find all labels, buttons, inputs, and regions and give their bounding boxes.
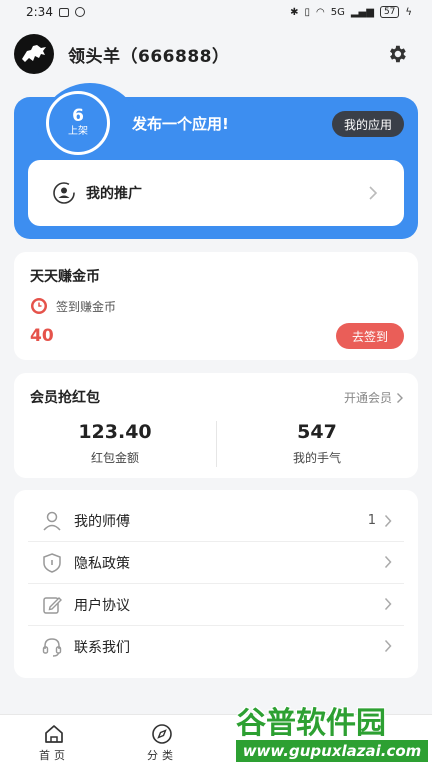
chevron-right-icon bbox=[384, 514, 392, 527]
nav-home[interactable]: 首页 bbox=[24, 723, 84, 763]
watermark-url: www.gupuxlazai.com bbox=[236, 740, 428, 762]
notification-icon bbox=[58, 7, 69, 17]
publish-app-link[interactable]: 发布一个应用! bbox=[132, 113, 229, 134]
publish-card: 6 上架 发布一个应用! 我的应用 我的推广 bbox=[14, 83, 418, 239]
red-packet-title: 会员抢红包 bbox=[30, 390, 100, 406]
clock-icon bbox=[31, 298, 47, 314]
nav-home-label: 首页 bbox=[39, 749, 69, 762]
red-packet-amount-value: 123.40 bbox=[78, 421, 152, 443]
my-luck-label: 我的手气 bbox=[292, 451, 341, 465]
charging-icon: ϟ bbox=[405, 6, 412, 18]
my-apps-button[interactable]: 我的应用 bbox=[331, 111, 404, 137]
my-promotion-row[interactable]: 我的推广 bbox=[28, 160, 404, 226]
published-count-label: 上架 bbox=[68, 126, 88, 137]
status-bar: 2:34 ✱ ▯ ◠ 5G ▂▄▆ 57 ϟ bbox=[0, 0, 432, 24]
headset-icon bbox=[40, 635, 64, 659]
published-count-badge[interactable]: 6 上架 bbox=[46, 91, 110, 155]
user-icon bbox=[40, 509, 64, 533]
my-luck[interactable]: 547 我的手气 bbox=[216, 421, 418, 466]
username: 领头羊（666888） bbox=[68, 46, 230, 67]
chevron-right-icon bbox=[384, 555, 392, 569]
avatar[interactable] bbox=[14, 34, 54, 74]
coin-value: 40 bbox=[30, 326, 54, 346]
profile-header: 领头羊（666888） bbox=[14, 34, 418, 74]
red-packet-card: 会员抢红包 开通会员 123.40 红包金额 547 我的手气 bbox=[14, 373, 418, 478]
shield-icon bbox=[40, 551, 64, 575]
watermark-brand: 谷普软件园 bbox=[236, 700, 386, 741]
watermark-brand-text: 谷普软件园 bbox=[236, 706, 386, 741]
menu-item-contact-us[interactable]: 联系我们 bbox=[28, 626, 404, 668]
settings-gear-icon[interactable] bbox=[386, 43, 408, 65]
checkin-label: 签到赚金币 bbox=[56, 299, 117, 314]
promotion-user-icon bbox=[53, 182, 75, 204]
chevron-right-icon bbox=[384, 639, 392, 653]
compass-icon bbox=[152, 724, 172, 744]
menu-item-user-agreement[interactable]: 用户协议 bbox=[28, 584, 404, 626]
bluetooth-icon: ✱ bbox=[290, 6, 299, 18]
my-master-count: 1 bbox=[367, 513, 376, 528]
daily-coin-card: 天天赚金币 签到赚金币 40 去签到 bbox=[14, 252, 418, 360]
nav-category[interactable]: 分类 bbox=[132, 723, 192, 763]
daily-coin-title: 天天赚金币 bbox=[30, 269, 100, 285]
chevron-right-icon bbox=[369, 186, 378, 200]
settings-menu-card: 我的师傅 1 隐私政策 用户协议 联系我们 bbox=[14, 490, 418, 678]
network-label: 5G bbox=[330, 6, 345, 18]
chevron-right-icon bbox=[397, 392, 403, 403]
my-luck-value: 547 bbox=[297, 421, 337, 443]
status-time: 2:34 bbox=[26, 5, 53, 19]
vibrate-icon: ▯ bbox=[304, 6, 310, 18]
edit-icon bbox=[40, 593, 64, 617]
red-packet-amount-label: 红包金额 bbox=[90, 451, 139, 465]
wifi-icon: ◠ bbox=[316, 6, 325, 18]
menu-item-label: 我的师傅 bbox=[74, 513, 130, 530]
checkin-button[interactable]: 去签到 bbox=[336, 323, 404, 349]
menu-item-label: 隐私政策 bbox=[74, 555, 130, 572]
menu-item-privacy-policy[interactable]: 隐私政策 bbox=[28, 542, 404, 584]
battery-icon: 57 bbox=[379, 6, 400, 18]
menu-item-label: 联系我们 bbox=[74, 640, 130, 656]
nav-category-label: 分类 bbox=[147, 749, 177, 762]
open-vip-link[interactable]: 开通会员 bbox=[344, 389, 404, 406]
horse-logo-icon bbox=[22, 45, 46, 62]
published-count: 6 bbox=[72, 106, 84, 126]
menu-item-my-master[interactable]: 我的师傅 1 bbox=[28, 500, 404, 542]
red-packet-amount[interactable]: 123.40 红包金额 bbox=[14, 421, 216, 466]
watermark: 谷普软件园 www.gupuxlazai.com bbox=[236, 700, 428, 764]
home-icon bbox=[45, 725, 63, 743]
menu-item-label: 用户协议 bbox=[74, 597, 130, 614]
checkin-row: 签到赚金币 bbox=[30, 297, 116, 315]
alarm-icon bbox=[74, 7, 85, 17]
chevron-right-icon bbox=[384, 597, 392, 611]
signal-icon: ▂▄▆ bbox=[350, 6, 374, 18]
my-promotion-label: 我的推广 bbox=[86, 186, 142, 202]
open-vip-label: 开通会员 bbox=[343, 391, 392, 405]
